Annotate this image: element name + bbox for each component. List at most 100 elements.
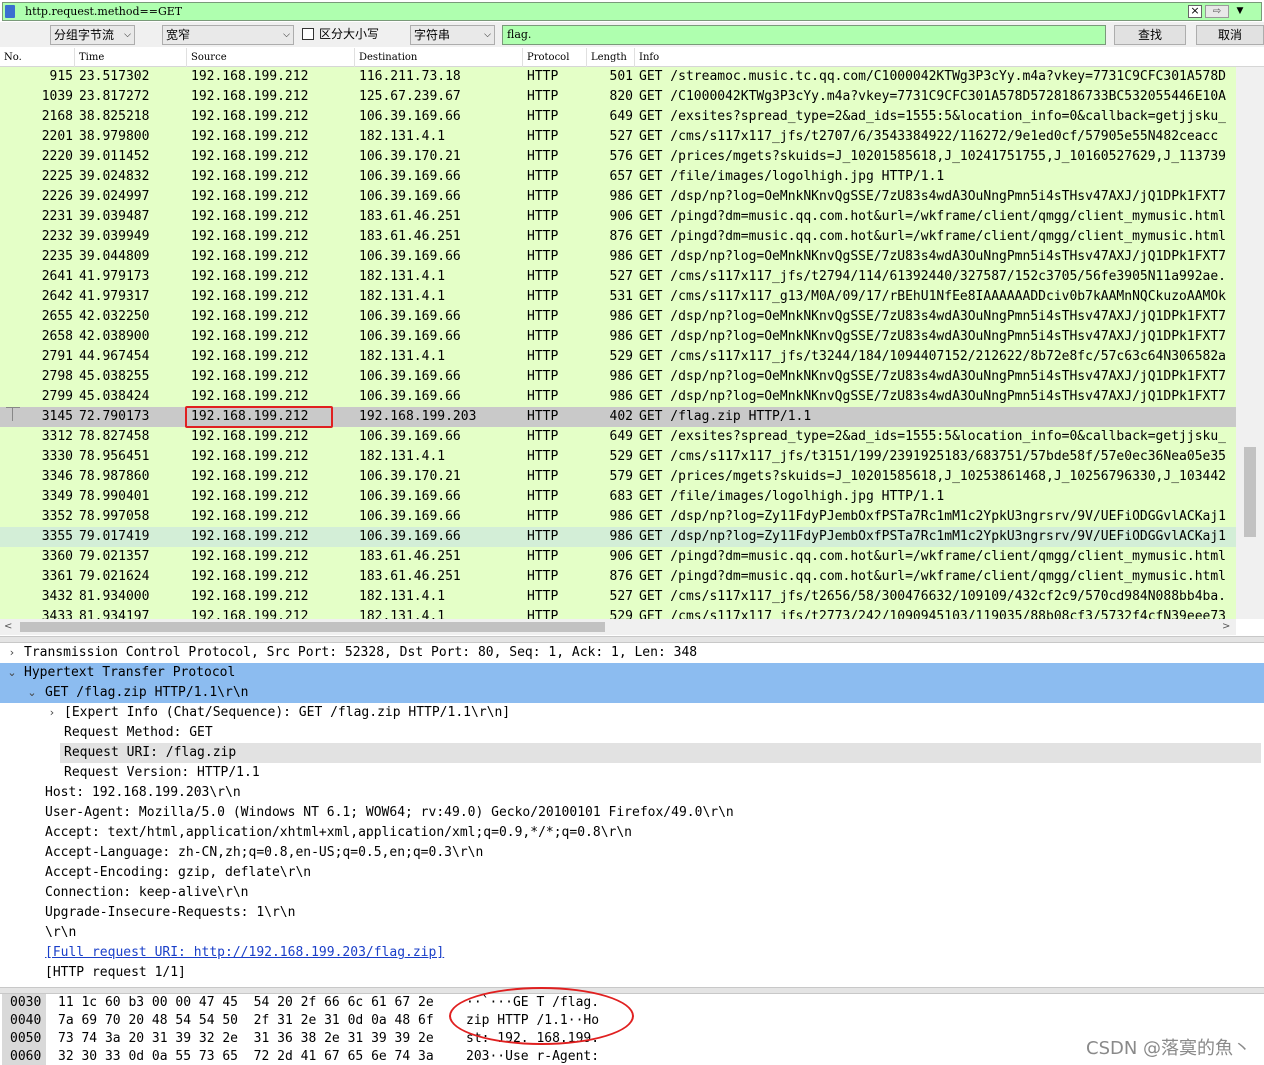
bookmark-icon[interactable] <box>5 5 15 18</box>
packet-row[interactable]: 3361 79.021624 192.168.199.212 183.61.46.25… <box>0 567 1236 587</box>
detail-row[interactable]: Request Version: HTTP/1.1 <box>0 763 1264 783</box>
packet-cell-proto: HTTP <box>527 369 559 384</box>
collapsed-arrow-icon[interactable]: › <box>46 703 58 723</box>
packet-cell-proto: HTTP <box>527 329 559 344</box>
packet-row[interactable]: 2226 39.024997 192.168.199.212 106.39.169.6… <box>0 187 1236 207</box>
detail-row[interactable]: › Transmission Control Protocol, Src Port… <box>0 643 1264 663</box>
search-input[interactable]: flag. <box>502 25 1106 45</box>
packet-list-vertical-scrollbar[interactable] <box>1236 67 1264 619</box>
packet-row[interactable]: 2225 39.024832 192.168.199.212 106.39.169.6… <box>0 167 1236 187</box>
detail-row[interactable]: [Full request URI: http://192.168.199.20… <box>0 943 1264 963</box>
pane-splitter[interactable] <box>0 636 1264 643</box>
collapsed-arrow-icon[interactable]: › <box>6 643 18 663</box>
expanded-arrow-icon[interactable]: ⌄ <box>6 663 18 683</box>
detail-row[interactable]: Accept: text/html,application/xhtml+xml,… <box>0 823 1264 843</box>
packet-row[interactable]: 2235 39.044809 192.168.199.212 106.39.169.6… <box>0 247 1236 267</box>
packet-cell-no: 2641 <box>41 269 73 284</box>
packet-cell-len: 649 <box>609 109 633 124</box>
scrollbar-thumb[interactable] <box>20 622 605 632</box>
packet-row[interactable]: 2232 39.039949 192.168.199.212 183.61.46.25… <box>0 227 1236 247</box>
packet-row[interactable]: 3330 78.956451 192.168.199.212 182.131.4.1 H… <box>0 447 1236 467</box>
detail-row[interactable]: › [Expert Info (Chat/Sequence): GET /flag… <box>0 703 1264 723</box>
detail-row[interactable]: ⌄ Hypertext Transfer Protocol <box>0 663 1264 683</box>
column-header-protocol[interactable]: Protocol <box>523 48 587 67</box>
detail-row[interactable]: \r\n <box>0 923 1264 943</box>
detail-row[interactable]: Request Method: GET <box>0 723 1264 743</box>
packet-row[interactable]: 2791 44.967454 192.168.199.212 182.131.4.1 H… <box>0 347 1236 367</box>
packet-cell-no: 2642 <box>41 289 73 304</box>
packet-row[interactable]: 1039 23.817272 192.168.199.212 125.67.239.6… <box>0 87 1236 107</box>
full-request-uri-link[interactable]: [Full request URI: http://192.168.199.20… <box>45 943 444 963</box>
detail-row[interactable]: ⌄ GET /flag.zip HTTP/1.1\r\n <box>0 683 1264 703</box>
packet-cell-time: 45.038255 <box>79 369 150 384</box>
search-in-value: 分组字节流 <box>54 28 115 42</box>
detail-row[interactable]: Request URI: /flag.zip <box>60 743 1261 763</box>
packet-row[interactable]: 3349 78.990401 192.168.199.212 106.39.169.6… <box>0 487 1236 507</box>
packet-row[interactable]: 3352 78.997058 192.168.199.212 106.39.169.6… <box>0 507 1236 527</box>
detail-row[interactable]: Connection: keep-alive\r\n <box>0 883 1264 903</box>
packet-cell-dst: 106.39.169.66 <box>359 109 461 124</box>
chevron-down-icon: ⌵ <box>484 30 491 40</box>
packet-row[interactable]: 3432 81.934000 192.168.199.212 182.131.4.1 H… <box>0 587 1236 607</box>
detail-row[interactable]: [HTTP request 1/1] <box>0 963 1264 983</box>
packet-list-horizontal-scrollbar[interactable]: < > <box>0 619 1236 635</box>
close-icon[interactable]: × <box>1188 5 1202 18</box>
packet-row[interactable]: 3312 78.827458 192.168.199.212 106.39.169.6… <box>0 427 1236 447</box>
column-header-source[interactable]: Source <box>187 48 355 67</box>
packet-row[interactable]: 2799 45.038424 192.168.199.212 106.39.169.6… <box>0 387 1236 407</box>
packet-cell-len: 501 <box>609 69 633 84</box>
column-header-no[interactable]: No. <box>0 48 75 67</box>
column-header-length[interactable]: Length <box>587 48 635 67</box>
display-filter-bar[interactable]: http.request.method==GET × ⇨ ▼ <box>2 2 1262 21</box>
hex-row[interactable]: 0060 32 30 33 0d 0a 55 73 65 72 2d 41 67 … <box>0 1048 1264 1065</box>
packet-cell-no: 2168 <box>41 109 73 124</box>
packet-cell-info: GET /cms/s117x117_jfs/t3151/199/23919251… <box>639 449 1226 464</box>
chevron-left-icon[interactable]: < <box>4 619 12 635</box>
packet-row[interactable]: 915 23.517302 192.168.199.212 116.211.73.18… <box>0 67 1236 87</box>
expanded-arrow-icon[interactable]: ⌄ <box>26 683 38 703</box>
packet-row[interactable]: 2220 39.011452 192.168.199.212 106.39.170.2… <box>0 147 1236 167</box>
chevron-down-icon[interactable]: ▼ <box>1233 5 1247 18</box>
column-header-time[interactable]: Time <box>75 48 187 67</box>
packet-cell-proto: HTTP <box>527 389 559 404</box>
display-filter-input[interactable]: http.request.method==GET <box>25 3 182 20</box>
packet-cell-proto: HTTP <box>527 349 559 364</box>
packet-cell-src: 192.168.199.212 <box>191 149 309 164</box>
packet-row[interactable]: 2201 38.979800 192.168.199.212 182.131.4.1 H… <box>0 127 1236 147</box>
packet-row[interactable]: 2658 42.038900 192.168.199.212 106.39.169.6… <box>0 327 1236 347</box>
packet-cell-dst: 183.61.46.251 <box>359 229 461 244</box>
packet-row[interactable]: 2798 45.038255 192.168.199.212 106.39.169.6… <box>0 367 1236 387</box>
hex-row[interactable]: 0050 73 74 3a 20 31 39 32 2e 31 36 38 2e … <box>0 1030 1264 1048</box>
packet-row[interactable]: 3346 78.987860 192.168.199.212 106.39.170.2… <box>0 467 1236 487</box>
arrow-right-icon[interactable]: ⇨ <box>1205 5 1229 18</box>
detail-text: Accept: text/html,application/xhtml+xml,… <box>45 825 632 840</box>
packet-cell-proto: HTTP <box>527 529 559 544</box>
column-header-info[interactable]: Info <box>635 48 1264 67</box>
search-type-select[interactable]: 字符串 ⌵ <box>410 25 495 45</box>
search-in-select[interactable]: 分组字节流 ⌵ <box>50 25 135 45</box>
charset-select[interactable]: 宽窄 ⌵ <box>162 25 294 45</box>
detail-row[interactable]: Upgrade-Insecure-Requests: 1\r\n <box>0 903 1264 923</box>
packet-cell-no: 3330 <box>41 449 73 464</box>
packet-row[interactable]: 3355 79.017419 192.168.199.212 106.39.169.6… <box>0 527 1236 547</box>
column-header-destination[interactable]: Destination <box>355 48 523 67</box>
packet-row[interactable]: 3360 79.021357 192.168.199.212 183.61.46.25… <box>0 547 1236 567</box>
pane-splitter[interactable] <box>0 987 1264 994</box>
detail-row[interactable]: Accept-Encoding: gzip, deflate\r\n <box>0 863 1264 883</box>
scrollbar-thumb[interactable] <box>1244 447 1256 537</box>
detail-row[interactable]: Host: 192.168.199.203\r\n <box>0 783 1264 803</box>
packet-row[interactable]: 2231 39.039487 192.168.199.212 183.61.46.25… <box>0 207 1236 227</box>
packet-row[interactable]: 2641 41.979173 192.168.199.212 182.131.4.1 H… <box>0 267 1236 287</box>
detail-row[interactable]: User-Agent: Mozilla/5.0 (Windows NT 6.1;… <box>0 803 1264 823</box>
find-button[interactable]: 查找 <box>1114 25 1186 45</box>
packet-row[interactable]: 2168 38.825218 192.168.199.212 106.39.169.6… <box>0 107 1236 127</box>
cancel-button[interactable]: 取消 <box>1196 25 1264 45</box>
packet-row[interactable]: 3433 81.934197 192.168.199.212 182.131.4.1 H… <box>0 607 1236 619</box>
packet-row[interactable]: 2655 42.032250 192.168.199.212 106.39.169.6… <box>0 307 1236 327</box>
chevron-right-icon[interactable]: > <box>1222 619 1230 635</box>
case-sensitive-checkbox[interactable] <box>302 28 314 40</box>
packet-row[interactable]: 2642 41.979317 192.168.199.212 182.131.4.1 H… <box>0 287 1236 307</box>
detail-row[interactable]: Accept-Language: zh-CN,zh;q=0.8,en-US;q=… <box>0 843 1264 863</box>
packet-cell-info: GET /pingd?dm=music.qq.com.hot&url=/wkfr… <box>639 569 1226 584</box>
packet-cell-info: GET /dsp/np?log=OeMnkNKnvQgSSE/7zU83s4wd… <box>639 369 1226 384</box>
